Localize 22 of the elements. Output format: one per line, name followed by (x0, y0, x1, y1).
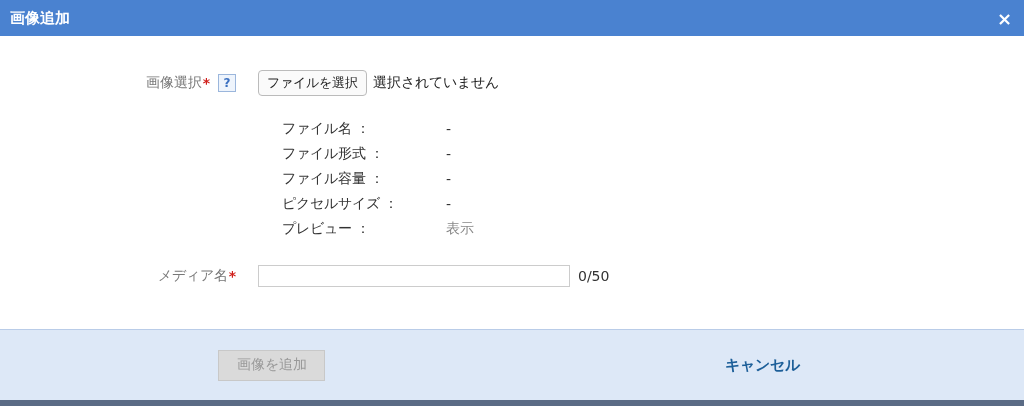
info-value: - (446, 170, 452, 187)
required-mark: * (228, 268, 236, 284)
info-label: ピクセルサイズ ： (282, 194, 400, 213)
preview-link[interactable]: 表示 (446, 219, 474, 238)
character-counter: 0/50 (578, 268, 610, 284)
info-label: ファイル容量 ： (282, 169, 386, 188)
info-value: - (446, 195, 452, 212)
info-value: - (446, 145, 452, 162)
help-button[interactable]: ? (218, 74, 236, 92)
required-mark: * (202, 75, 210, 91)
media-name-field[interactable] (258, 265, 570, 287)
cancel-link[interactable]: キャンセル (725, 355, 800, 375)
info-label: プレビュー ： (282, 219, 372, 238)
window-title: 画像追加 (10, 8, 70, 28)
info-value: - (446, 120, 452, 137)
info-label: ファイル形式 ： (282, 144, 386, 163)
close-button[interactable]: × (996, 7, 1012, 29)
field-label: メディア名 (157, 267, 228, 285)
choose-file-button[interactable]: ファイルを選択 (258, 70, 367, 96)
field-label: 画像選択 (145, 74, 202, 92)
info-label: ファイル名 ： (282, 119, 372, 138)
file-status: 選択されていません (373, 74, 499, 92)
